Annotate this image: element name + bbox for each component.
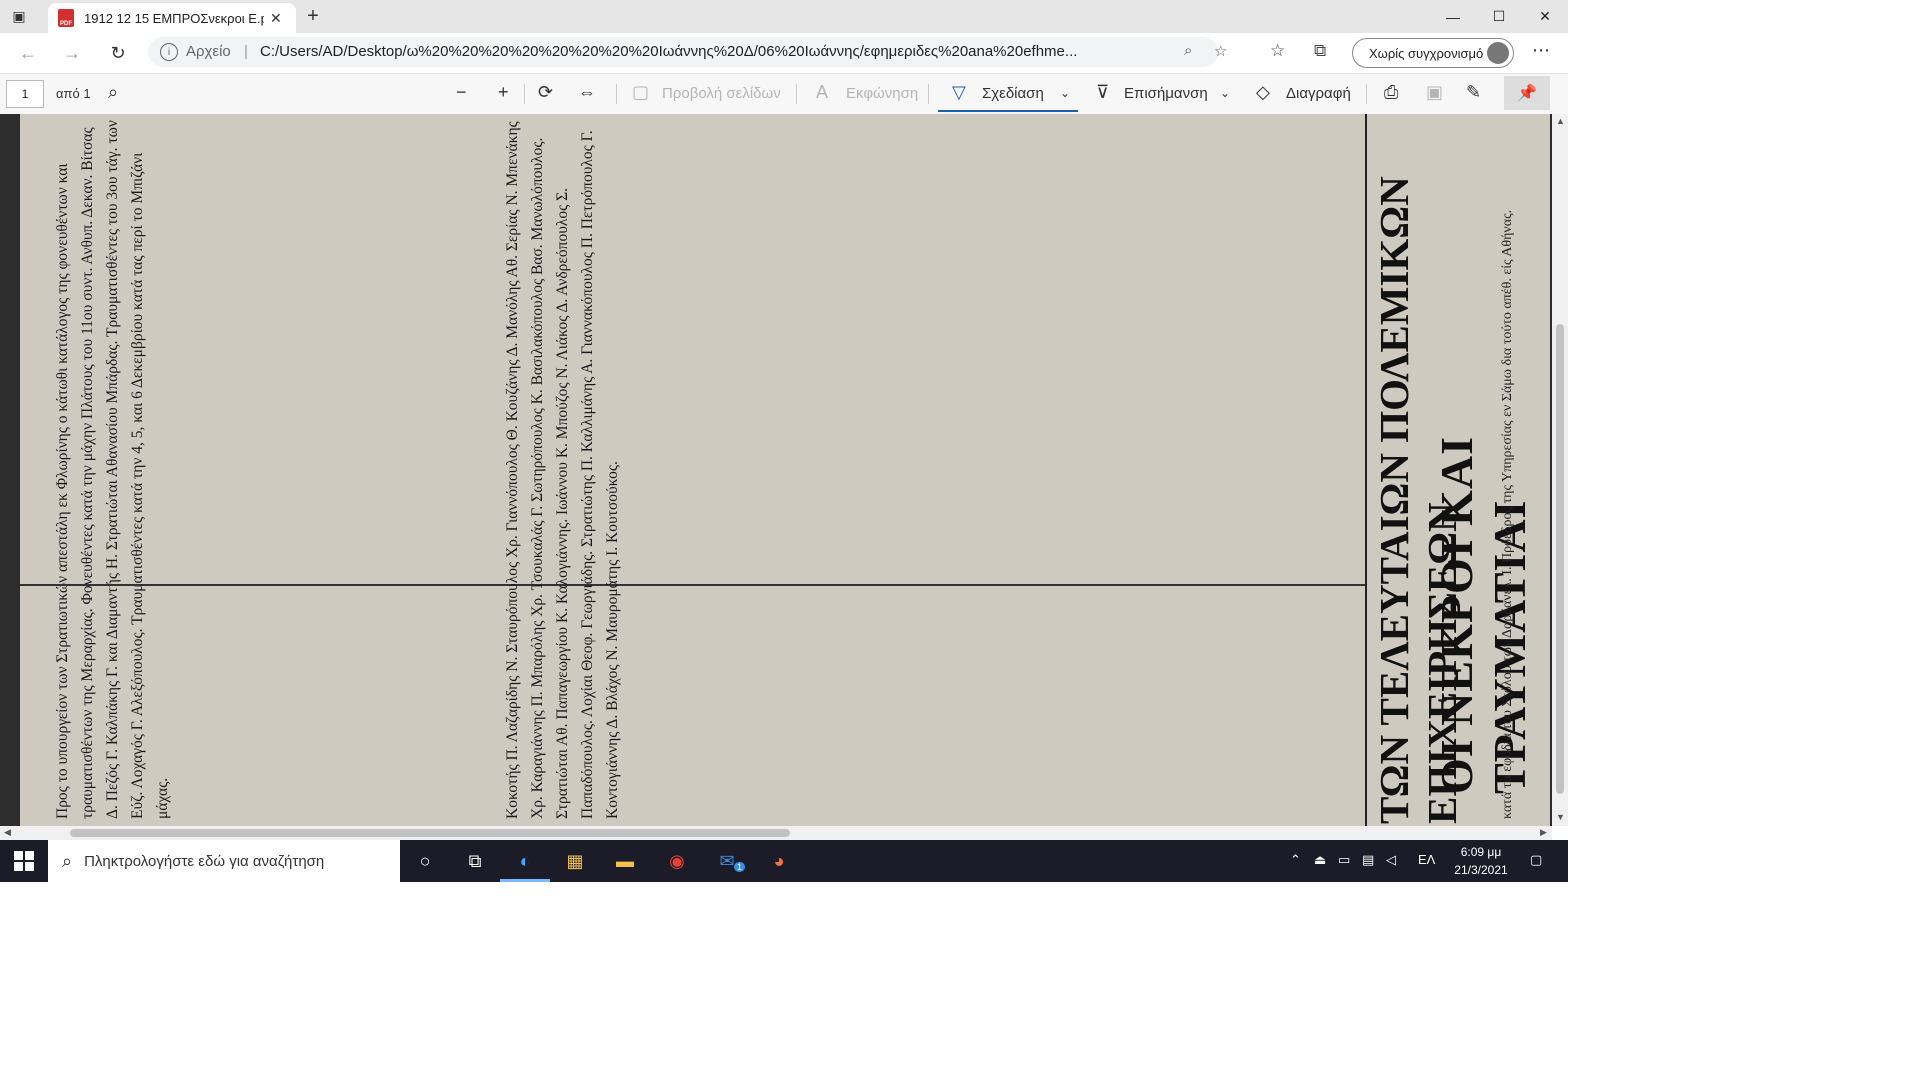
maximize-button[interactable]: ☐ [1476,0,1522,33]
address-scheme: Αρχείο [186,43,231,60]
highlight-icon[interactable]: ⊽ [1096,82,1109,103]
draw-icon[interactable]: ▽ [952,82,966,103]
divider [524,84,525,104]
edge-icon[interactable]: ◐ [512,848,538,874]
read-aloud-button[interactable]: Εκφώνηση [846,85,918,102]
save-icon[interactable]: ▣ [1426,82,1443,103]
zoom-icon[interactable]: ⌕ [1184,42,1192,59]
info-icon[interactable]: i [160,43,178,61]
address-separator: | [244,43,248,60]
notifications-icon[interactable]: ▢ [1530,852,1542,868]
clock-time: 6:09 μμ [1460,845,1502,859]
refresh-icon[interactable]: ↻ [104,39,132,67]
article-column-left: Προς το υπουργείον των Στρατιωτικών απεσ… [54,120,171,819]
horizontal-scrollbar[interactable]: ◀ ▶ [0,826,1552,840]
divider [1366,84,1367,104]
divider [616,84,617,104]
newspaper-page: Προς το υπουργείον των Στρατιωτικών απεσ… [20,114,1550,826]
store-icon[interactable]: ▦ [562,848,588,874]
profile-sync-button[interactable]: Χωρίς συγχρονισμό [1352,38,1514,68]
draw-button[interactable]: Σχεδίαση [982,85,1044,102]
page-view-icon[interactable]: ▢ [632,82,649,103]
search-icon: ⌕ [62,850,73,871]
taskbar-clock[interactable]: 6:09 μμ 21/3/2021 [1438,843,1524,879]
divider [928,84,929,104]
pdf-file-icon: PDF [58,9,74,27]
window-controls: — ☐ ✕ [1430,0,1568,33]
chrome-icon[interactable]: ◉ [664,848,690,874]
page-number-input[interactable]: 1 [6,80,44,108]
cortana-icon[interactable]: ○ [412,848,438,874]
headline-line-2: ΤΩΝ ΤΕΛΕΥΤΑΙΩΝ ΠΟΛΕΜΙΚΩΝ ΕΠΙΧΕΙΡΗΣΕΩΝ [1371,176,1465,824]
avatar [1487,42,1509,64]
address-bar[interactable]: i Αρχείο | C:/Users/AD/Desktop/ω%20%20%2… [148,37,1227,67]
tab-pdf[interactable]: PDF 1912 12 15 ΕΜΠΡΟΣνεκροι Ε.pdf ✕ [48,3,296,33]
page-view-button[interactable]: Προβολή σελίδων [662,85,781,102]
more-options-icon[interactable]: ⋯ [1532,40,1550,61]
new-tab-button[interactable]: + [300,4,326,28]
divider [796,84,797,104]
scroll-down-icon[interactable]: ▼ [1556,812,1565,822]
search-icon[interactable]: ⌕ [108,82,118,103]
url-text[interactable]: C:/Users/AD/Desktop/ω%20%20%20%20%20%20%… [260,43,1160,60]
task-view-icon[interactable]: ⧉ [462,848,488,874]
active-app-indicator [500,879,550,882]
usb-icon[interactable]: ⏏ [1314,852,1326,868]
taskbar: ⌕ Πληκτρολογήστε εδώ για αναζήτηση ○ ⧉ ◐… [0,840,1568,882]
windows-start-icon[interactable] [14,851,34,871]
taskbar-search-placeholder: Πληκτρολογήστε εδώ για αναζήτηση [84,852,325,870]
close-window-button[interactable]: ✕ [1522,0,1568,33]
print-icon[interactable]: ⎙ [1384,82,1398,103]
margin-text: κατά τα εφόδια του Στόλου των Δαρδανελ. … [1500,209,1515,819]
firefox-icon[interactable]: ◕ [766,848,792,874]
pdf-toolbar: 1 από 1 ⌕ − + ⟳ ⇔ ▢ Προβολή σελίδων A Εκ… [0,74,1568,115]
vertical-scroll-thumb[interactable] [1556,324,1564,794]
fit-page-icon[interactable]: ⇔ [578,82,596,103]
sync-label: Χωρίς συγχρονισμό [1369,45,1484,61]
pin-toolbar-icon[interactable]: 📌 [1504,76,1550,110]
scroll-up-icon[interactable]: ▲ [1556,116,1565,126]
column-divider [1365,114,1367,826]
eraser-icon[interactable]: ◇ [1256,82,1270,103]
horizontal-scroll-thumb[interactable] [70,829,790,837]
erase-button[interactable]: Διαγραφή [1286,85,1351,102]
file-explorer-icon[interactable]: ▬ [612,848,638,874]
article-column-right: Κοκοτής Π. Λαζαρίδης Ν. Σταυρόπουλος Χρ.… [504,121,621,819]
add-favorite-icon[interactable]: ☆ [1214,42,1227,60]
clock-date: 21/3/2021 [1454,863,1508,877]
tab-title: 1912 12 15 ΕΜΠΡΟΣνεκροι Ε.pdf [84,10,264,26]
battery-icon[interactable]: ▭ [1338,852,1350,868]
highlight-button[interactable]: Επισήμανση [1124,85,1208,102]
zoom-out-button[interactable]: − [456,82,467,103]
collections-icon[interactable]: ⧉ [1314,41,1326,61]
draw-options-chevron-icon[interactable]: ⌄ [1060,86,1070,100]
taskbar-search-box[interactable]: ⌕ Πληκτρολογήστε εδώ για αναζήτηση [48,840,400,882]
headline-line-1: ΟΙ ΝΕΚΡΟΙ ΚΑΙ ΤΡΑΥΜΑΤΙΑΙ [1431,435,1535,794]
minimize-button[interactable]: — [1430,0,1476,33]
vertical-scrollbar[interactable]: ▲ ▼ [1552,114,1568,826]
read-aloud-icon[interactable]: A [816,82,828,103]
forward-icon[interactable]: → [58,39,86,67]
input-language[interactable]: ΕΛ [1418,852,1435,867]
tab-close-icon[interactable]: ✕ [270,10,282,27]
tab-actions-icon[interactable]: ▣ [8,6,30,26]
volume-icon[interactable]: ◁ [1386,852,1396,868]
back-icon[interactable]: ← [14,39,42,67]
zoom-in-button[interactable]: + [498,82,509,103]
navigation-bar: ← → ↻ i Αρχείο | C:/Users/AD/Desktop/ω%2… [0,33,1568,74]
show-hidden-icons-chevron-icon[interactable]: ⌃ [1290,852,1301,868]
highlight-options-chevron-icon[interactable]: ⌄ [1220,86,1230,100]
favorites-icon[interactable]: ☆ [1270,41,1285,61]
title-bar: ▣ PDF 1912 12 15 ΕΜΠΡΟΣνεκροι Ε.pdf ✕ + … [0,0,1568,33]
rotate-icon[interactable]: ⟳ [538,82,553,103]
pdf-document-area[interactable]: Προς το υπουργείον των Στρατιωτικών απεσ… [0,114,1552,826]
mail-badge: 1 [734,862,746,872]
save-as-icon[interactable]: ✎ [1466,82,1481,103]
network-icon[interactable]: ▤ [1362,852,1374,868]
scroll-right-icon[interactable]: ▶ [1540,827,1547,838]
page-count: από 1 [56,86,91,101]
scroll-left-icon[interactable]: ◀ [4,827,11,838]
